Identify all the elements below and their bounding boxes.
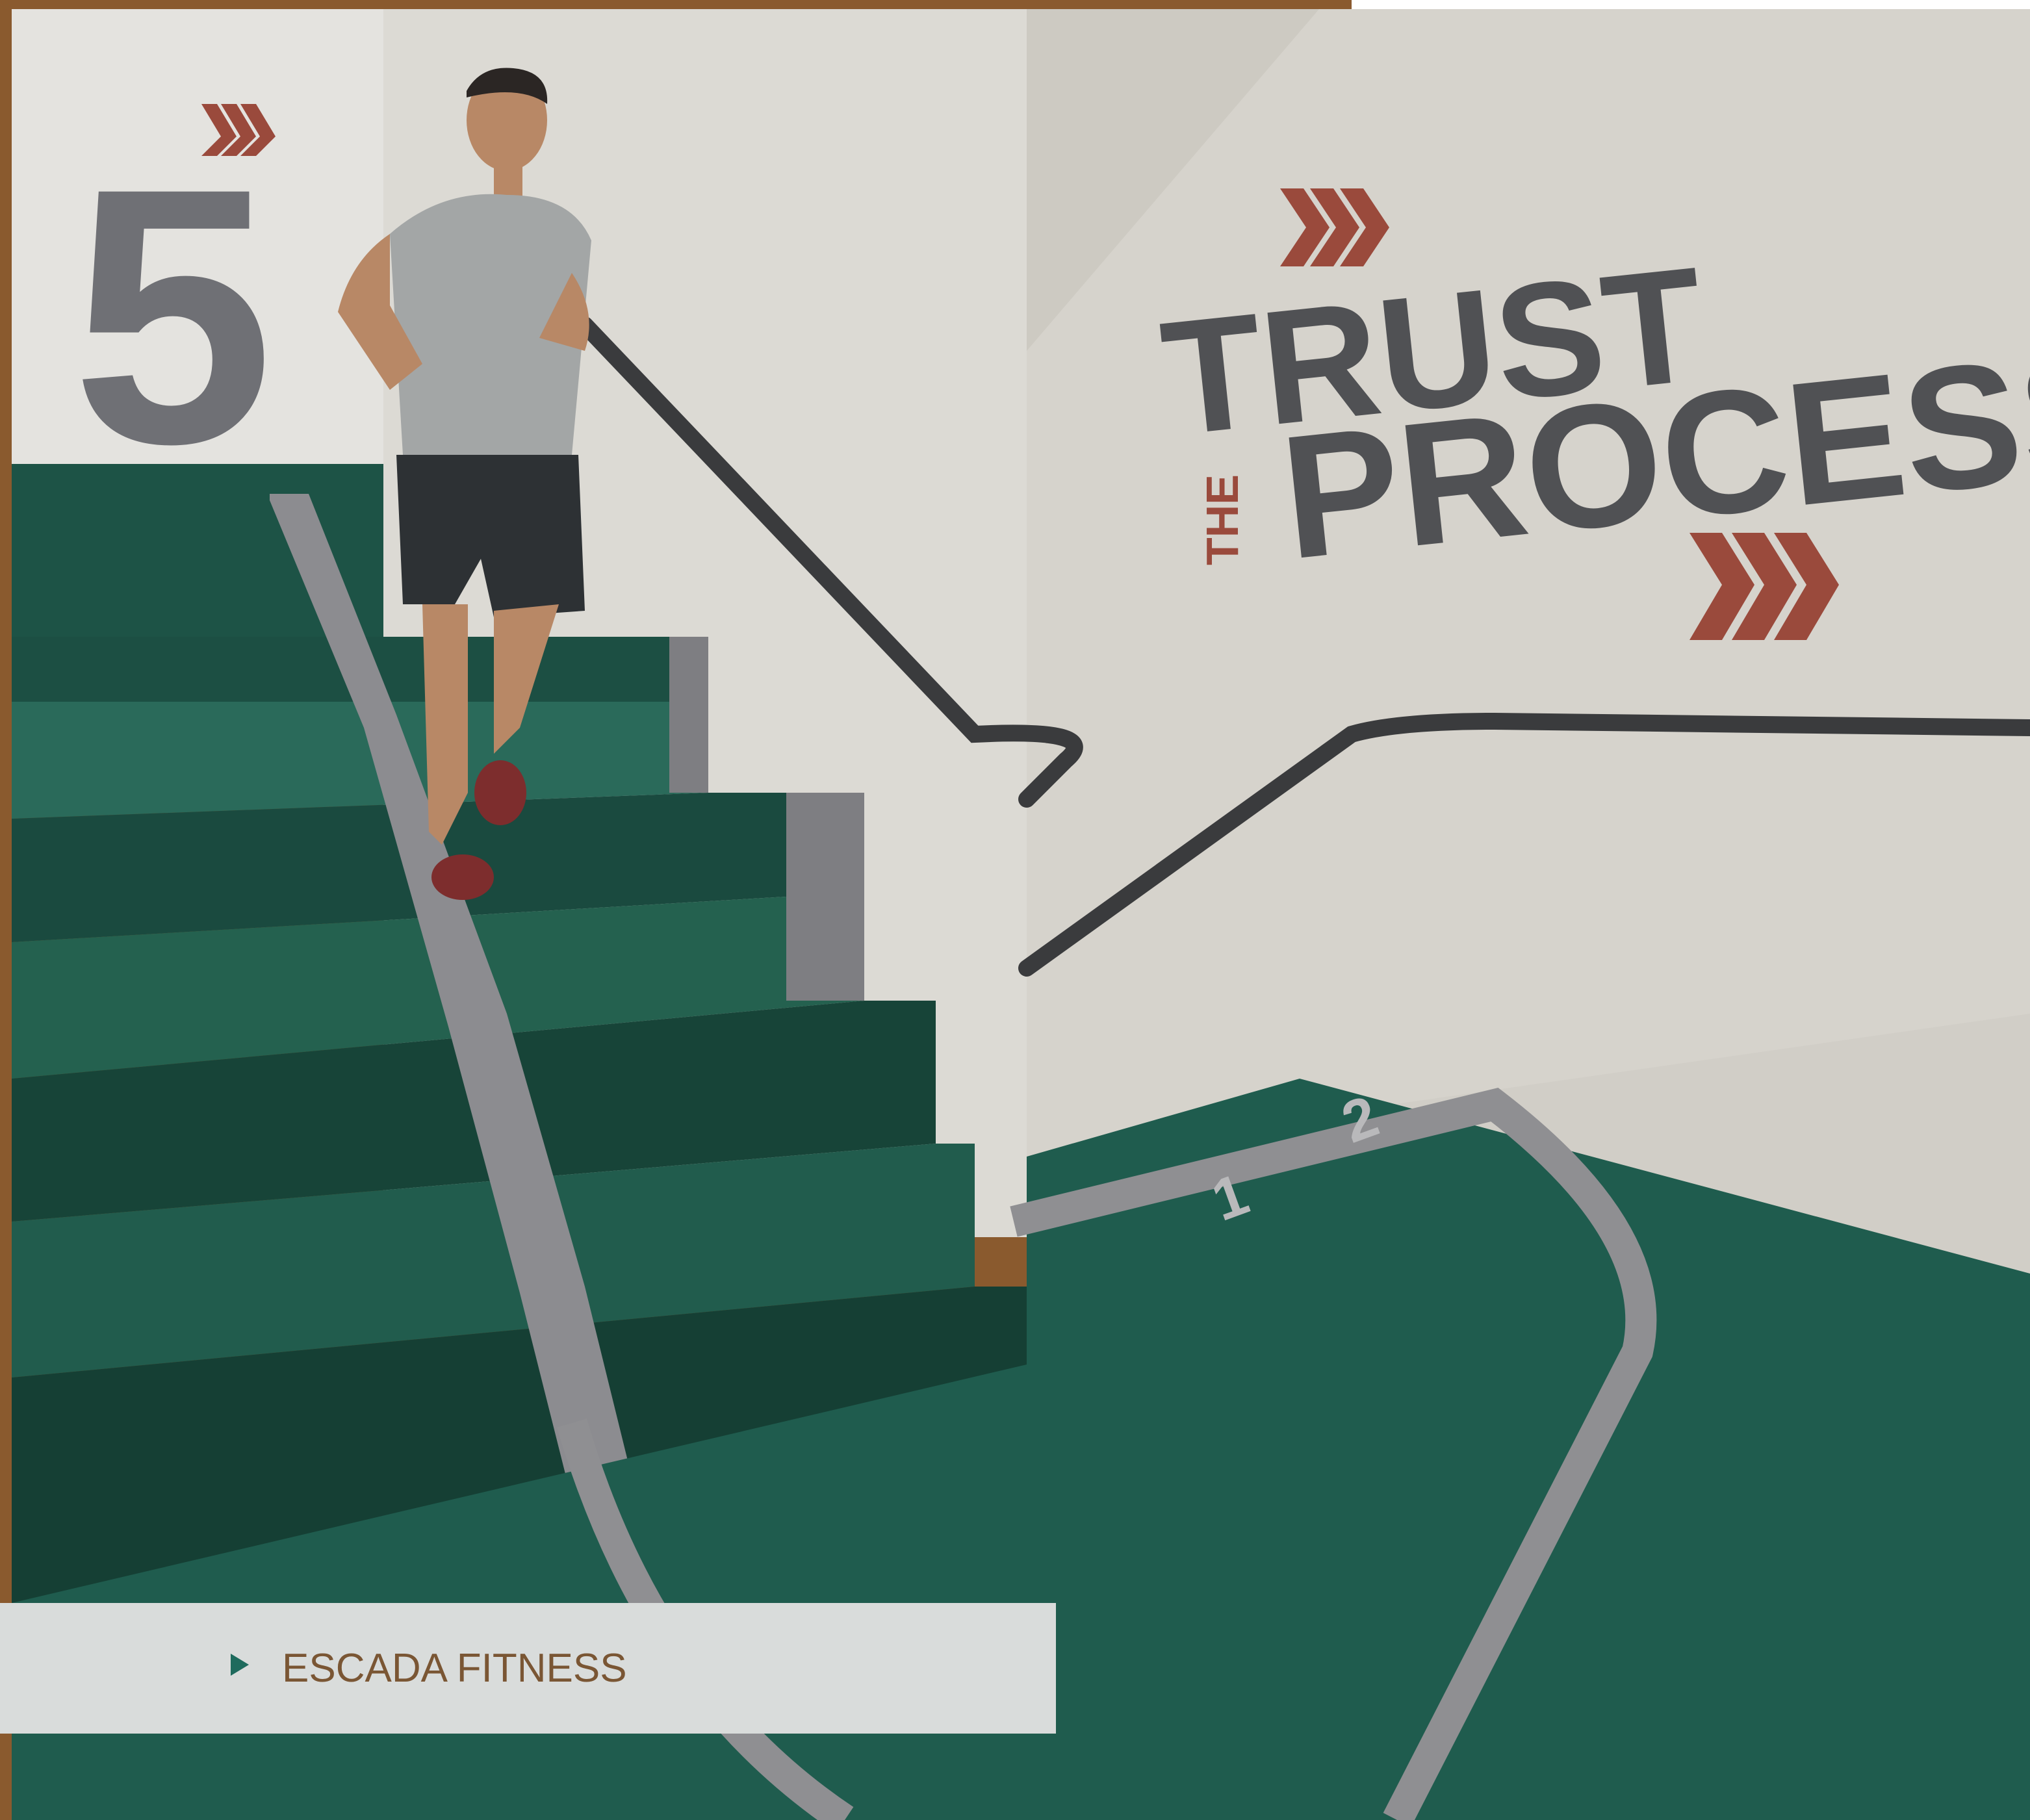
- play-triangle-icon: [231, 1654, 249, 1676]
- floor-number: 5: [71, 112, 274, 519]
- fitness-stair-scene: 1 2 5 TRUST THE PROCESS: [0, 0, 2030, 1820]
- caption-label: ESCADA FITNESS: [282, 1646, 627, 1691]
- sign-the: THE: [1197, 474, 1248, 565]
